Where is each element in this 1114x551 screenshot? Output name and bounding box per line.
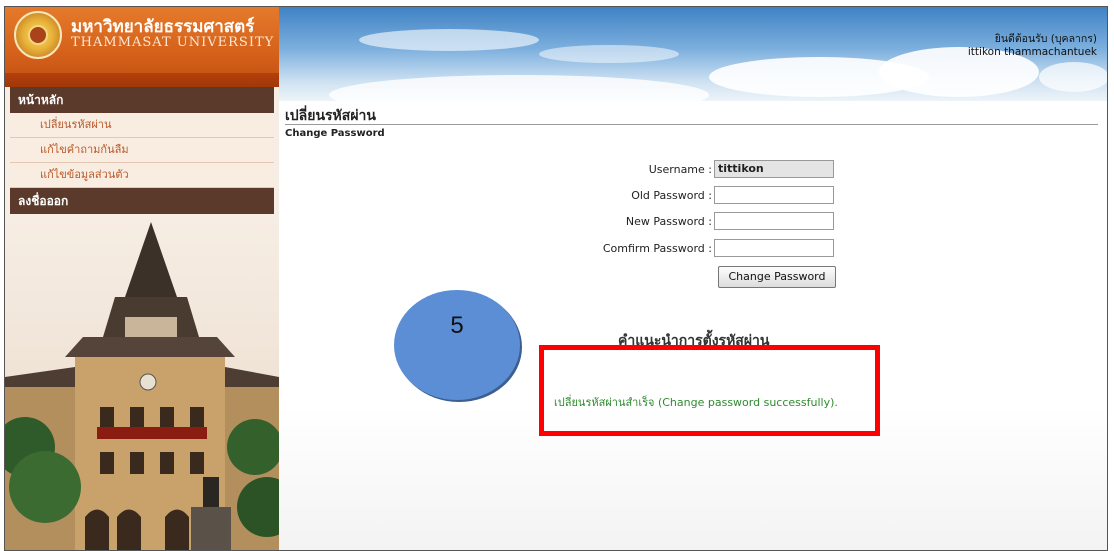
welcome-text: ยินดีต้อนรับ (บุคลากร) <box>994 33 1097 45</box>
confirm-password-field[interactable] <box>714 239 834 257</box>
old-password-field[interactable] <box>714 186 834 204</box>
current-user-name: ittikon thammachantuek <box>967 46 1097 58</box>
menu-item-change-password[interactable]: เปลี่ยนรหัสผ่าน <box>10 113 274 138</box>
cloud <box>329 75 709 101</box>
username-field: tittikon <box>714 160 834 178</box>
title-divider <box>285 124 1098 125</box>
highlight-annotation-box <box>539 345 880 436</box>
page-subtitle: Change Password <box>285 128 385 139</box>
sky-banner: ยินดีต้อนรับ (บุคลากร) ittikon thammacha… <box>279 7 1107 101</box>
old-password-label: Old Password : <box>631 189 712 202</box>
brand-english-name: THAMMASAT UNIVERSITY <box>71 35 275 50</box>
menu-home[interactable]: หน้าหลัก <box>10 87 274 113</box>
step-annotation-circle: 5 <box>394 290 520 400</box>
new-password-field[interactable] <box>714 212 834 230</box>
welcome-block: ยินดีต้อนรับ (บุคลากร) ittikon thammacha… <box>968 33 1097 59</box>
cloud <box>359 29 539 51</box>
university-building-image <box>5 217 279 550</box>
step-number: 5 <box>450 312 464 339</box>
confirm-password-label: Comfirm Password : <box>602 242 712 255</box>
app-window: มหาวิทยาลัยธรรมศาสตร์ THAMMASAT UNIVERSI… <box>4 6 1108 551</box>
username-label: Username : <box>648 163 712 176</box>
side-menu: หน้าหลัก เปลี่ยนรหัสผ่าน แก้ไขคำถามกันลื… <box>10 87 274 214</box>
university-seal-icon <box>14 11 62 59</box>
cloud <box>539 45 679 63</box>
brand-band <box>5 73 279 87</box>
new-password-label: New Password : <box>625 215 712 228</box>
menu-item-edit-security-question[interactable]: แก้ไขคำถามกันลืม <box>10 138 274 163</box>
cloud <box>1039 62 1107 92</box>
menu-item-edit-profile[interactable]: แก้ไขข้อมูลส่วนตัว <box>10 163 274 188</box>
change-password-button[interactable]: Change Password <box>718 266 836 288</box>
left-sidebar: มหาวิทยาลัยธรรมศาสตร์ THAMMASAT UNIVERSI… <box>5 7 279 550</box>
brand-header: มหาวิทยาลัยธรรมศาสตร์ THAMMASAT UNIVERSI… <box>5 7 279 87</box>
menu-logout[interactable]: ลงชื่อออก <box>10 188 274 214</box>
